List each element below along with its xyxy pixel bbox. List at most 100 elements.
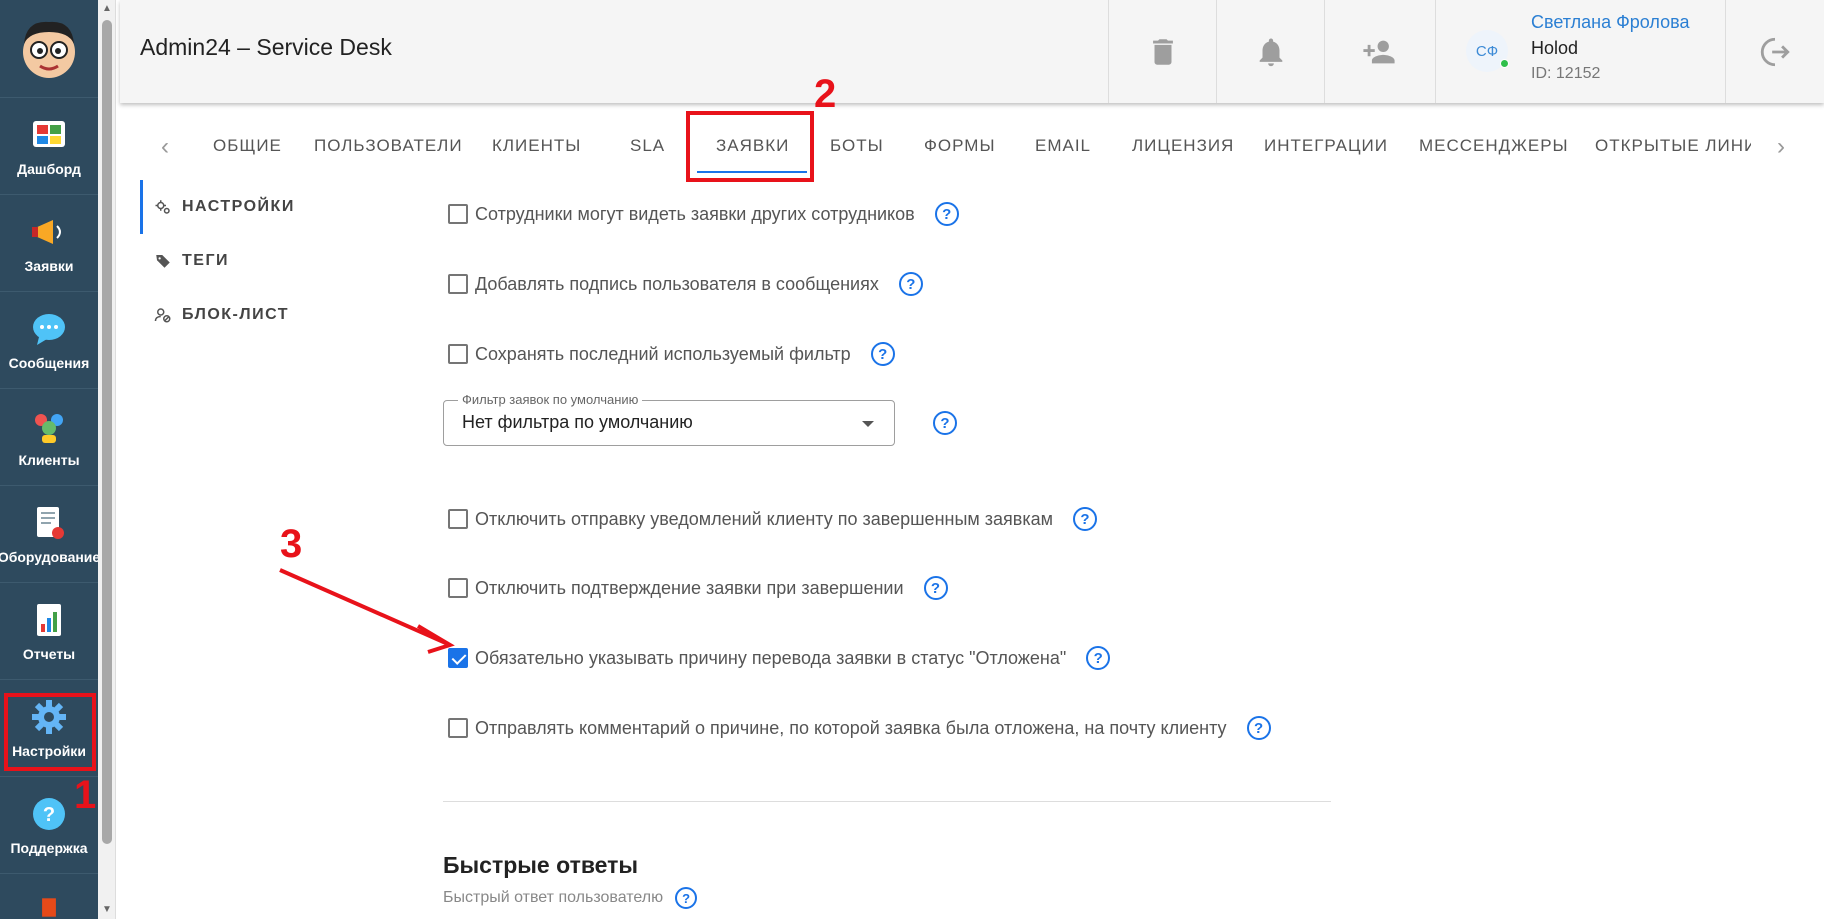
setting-row: Добавлять подпись пользователя в сообщен…: [448, 272, 923, 296]
scroll-up-arrow-icon[interactable]: ▲: [101, 3, 113, 15]
nav-item-requests[interactable]: Заявки: [0, 194, 98, 291]
chat-bubble-icon: [33, 314, 65, 345]
setting-checkbox[interactable]: [448, 509, 468, 529]
tab-integrations[interactable]: ИНТЕГРАЦИИ: [1264, 136, 1388, 156]
scroll-thumb[interactable]: [102, 20, 112, 844]
setting-checkbox[interactable]: [448, 344, 468, 364]
select-value: Нет фильтра по умолчанию: [462, 412, 693, 432]
help-icon: ?: [33, 798, 65, 830]
quick-answers-subtitle-row: Быстрый ответ пользователю ?: [443, 887, 698, 909]
nav-item-clients[interactable]: Клиенты: [0, 388, 98, 485]
tab-bots[interactable]: БОТЫ: [830, 136, 884, 156]
nav-label: Сообщения: [8, 355, 90, 371]
gear-icon: [32, 700, 66, 734]
question-help-icon[interactable]: ?: [870, 342, 895, 366]
tab-sla[interactable]: SLA: [630, 136, 665, 156]
nav-label: Поддержка: [10, 840, 88, 856]
tabs-scroll-right-icon[interactable]: ›: [1766, 132, 1796, 162]
question-help-icon[interactable]: ?: [1246, 716, 1271, 740]
nav-item-settings[interactable]: Настройки: [0, 679, 98, 776]
setting-label: Сохранять последний используемый фильтр: [475, 343, 851, 364]
clients-icon: [35, 414, 63, 443]
setting-row: Отправлять комментарий о причине, по кот…: [448, 716, 1271, 740]
nav-item-more[interactable]: [0, 873, 98, 919]
tab-license[interactable]: ЛИЦЕНЗИЯ: [1132, 136, 1234, 156]
notifications-button[interactable]: [1216, 0, 1324, 103]
section-divider: [443, 801, 1331, 802]
setting-label: Обязательно указывать причину перевода з…: [475, 647, 1067, 668]
active-tab-indicator: [697, 171, 807, 173]
dashboard-icon: [33, 121, 65, 147]
tab-users[interactable]: ПОЛЬЗОВАТЕЛИ: [314, 136, 463, 156]
quick-answers-title: Быстрые ответы: [443, 852, 639, 878]
online-status-dot: [1500, 59, 1509, 68]
annotation-number-1: 1: [74, 773, 97, 817]
scroll-down-arrow-icon[interactable]: ▼: [101, 904, 113, 916]
trash-button[interactable]: [1108, 0, 1216, 103]
add-user-button[interactable]: [1324, 0, 1432, 103]
default-filter-select[interactable]: Фильтр заявок по умолчанию Нет фильтра п…: [443, 392, 895, 446]
nav-label: Оборудование: [0, 549, 101, 565]
report-icon: [37, 604, 61, 636]
user-id: ID: 12152: [1531, 65, 1601, 82]
subnav-item-blocklist[interactable]: БЛОК-ЛИСТ: [140, 293, 340, 337]
setting-label: Отключить отправку уведомлений клиенту п…: [475, 508, 1053, 529]
nav-item-reports[interactable]: Отчеты: [0, 582, 98, 679]
question-help-icon[interactable]: ?: [1086, 646, 1111, 670]
setting-row: Обязательно указывать причину перевода з…: [448, 646, 1111, 670]
question-help-icon[interactable]: ?: [675, 887, 698, 909]
question-help-icon[interactable]: ?: [933, 411, 957, 435]
user-block-icon: [154, 308, 171, 323]
setting-label: Отправлять комментарий о причине, по кот…: [475, 717, 1227, 738]
nav-label: Настройки: [12, 743, 86, 759]
cogs-icon: [155, 200, 170, 214]
setting-checkbox[interactable]: [448, 718, 468, 738]
setting-checkbox[interactable]: [448, 204, 468, 224]
app-title: Admin24 – Service Desk: [140, 34, 392, 60]
setting-label: Отключить подтверждение заявки при завер…: [475, 577, 904, 598]
page-scrollbar[interactable]: ▲ ▼: [98, 0, 116, 919]
nav-label: Клиенты: [18, 452, 80, 468]
cartoon-face-icon: [23, 21, 75, 78]
logout-button[interactable]: [1725, 0, 1824, 103]
tab-general[interactable]: ОБЩИЕ: [213, 136, 282, 156]
top-header: Admin24 – Service Desk СФ Светлана Фроло…: [120, 0, 1824, 103]
question-help-icon[interactable]: ?: [1073, 507, 1097, 531]
nav-label: Отчеты: [22, 646, 76, 662]
tab-open-lines[interactable]: ОТКРЫТЫЕ ЛИНИИ: [1595, 136, 1751, 156]
user-name[interactable]: Светлана Фролова: [1531, 12, 1689, 33]
tab-requests[interactable]: ЗАЯВКИ: [716, 136, 789, 156]
nav-label: Заявки: [24, 258, 74, 274]
nav-item-dashboard[interactable]: Дашборд: [0, 97, 98, 194]
subnav-item-tags[interactable]: ТЕГИ: [140, 239, 340, 283]
setting-label: Добавлять подпись пользователя в сообщен…: [475, 273, 879, 294]
subnav-label: НАСТРОЙКИ: [182, 198, 295, 215]
setting-row: Отключить подтверждение заявки при завер…: [448, 576, 948, 600]
subnav-label: БЛОК-ЛИСТ: [182, 306, 290, 323]
add-user-icon: [1362, 40, 1395, 63]
question-help-icon[interactable]: ?: [898, 272, 923, 296]
equipment-icon: [37, 507, 64, 539]
question-help-icon[interactable]: ?: [934, 202, 959, 226]
tabs-scroll-left-icon[interactable]: ‹: [150, 132, 180, 162]
tab-clients[interactable]: КЛИЕНТЫ: [492, 136, 581, 156]
user-profile[interactable]: СФ Светлана Фролова Holod ID: 12152: [1435, 0, 1725, 103]
user-company: Holod: [1531, 38, 1579, 58]
dropdown-caret-icon: [862, 421, 874, 427]
avatar-logo[interactable]: [0, 0, 98, 97]
trash-icon: [1152, 38, 1173, 65]
setting-row: Сотрудники могут видеть заявки других со…: [448, 202, 959, 226]
setting-row: Сохранять последний используемый фильтр …: [448, 342, 895, 366]
setting-checkbox[interactable]: [448, 274, 468, 294]
tab-forms[interactable]: ФОРМЫ: [924, 136, 996, 156]
subnav-label: ТЕГИ: [182, 252, 230, 269]
tab-email[interactable]: EMAIL: [1035, 136, 1091, 156]
settings-tabs: ‹ ОБЩИЕ ПОЛЬЗОВАТЕЛИ КЛИЕНТЫ SLA ЗАЯВКИ …: [120, 111, 1824, 182]
nav-item-equipment[interactable]: Оборудование: [0, 485, 101, 582]
tab-messengers[interactable]: МЕССЕНДЖЕРЫ: [1419, 136, 1569, 156]
subnav-item-settings[interactable]: НАСТРОЙКИ: [140, 185, 340, 229]
bell-icon: [1259, 38, 1282, 66]
question-help-icon[interactable]: ?: [923, 576, 948, 600]
nav-label: Дашборд: [17, 161, 81, 177]
nav-item-messages[interactable]: Сообщения: [0, 291, 98, 388]
